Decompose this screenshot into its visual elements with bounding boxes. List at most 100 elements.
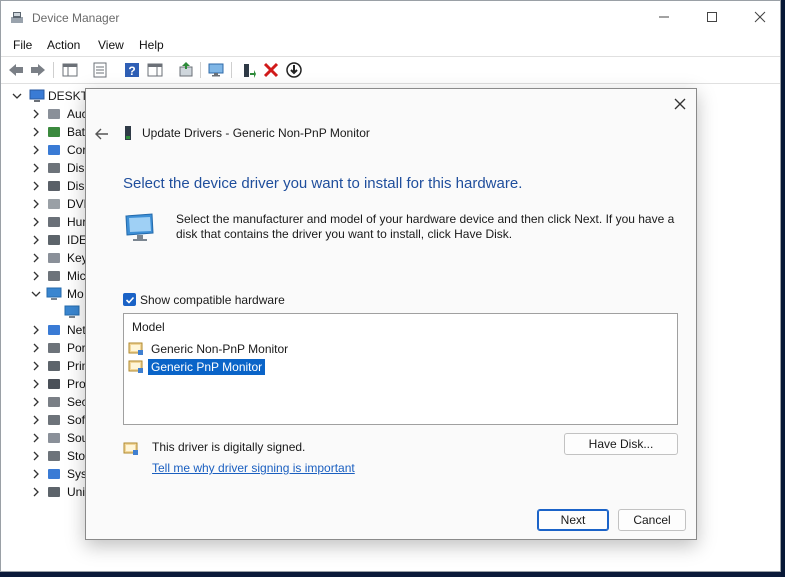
ide-controller-icon [48, 235, 60, 245]
computer-icon [29, 89, 45, 102]
chevron-right-icon[interactable] [31, 109, 41, 119]
title-bar[interactable]: Device Manager [1, 1, 780, 35]
show-compatible-label[interactable]: Show compatible hardware [140, 293, 285, 307]
chevron-right-icon[interactable] [31, 451, 41, 461]
monitor-scan-icon[interactable] [207, 61, 225, 79]
show-compatible-checkbox[interactable] [123, 293, 136, 306]
tree-item[interactable] [1, 303, 91, 321]
tree-item[interactable]: Sou [1, 429, 91, 447]
svg-text:?: ? [128, 64, 135, 78]
chevron-right-icon[interactable] [31, 181, 41, 191]
tree-item[interactable]: Pro [1, 375, 91, 393]
toolbar-separator [53, 62, 54, 78]
chevron-down-icon[interactable] [31, 289, 41, 299]
chevron-right-icon[interactable] [31, 433, 41, 443]
chevron-right-icon[interactable] [31, 145, 41, 155]
back-arrow-icon[interactable] [94, 127, 110, 141]
chevron-right-icon[interactable] [31, 397, 41, 407]
tree-item[interactable]: Mic [1, 267, 91, 285]
tree-root[interactable]: DESKTO [1, 87, 97, 105]
tree-item-label: Pro [67, 377, 86, 391]
tree-item-label: Net [67, 323, 86, 337]
properties-icon[interactable] [91, 61, 109, 79]
chevron-right-icon[interactable] [31, 163, 41, 173]
chevron-right-icon[interactable] [31, 235, 41, 245]
model-column-header: Model [132, 320, 165, 334]
tree-item[interactable]: Soft [1, 411, 91, 429]
tree-item[interactable]: Hur [1, 213, 91, 231]
tree-item[interactable]: Disp [1, 177, 91, 195]
dialog-instruction: Select the device driver you want to ins… [123, 175, 523, 192]
tree-item[interactable]: Mo [1, 285, 91, 303]
storage-controller-icon [48, 451, 60, 461]
help-icon[interactable]: ? [123, 61, 141, 79]
chevron-right-icon[interactable] [31, 487, 41, 497]
driver-signing-link[interactable]: Tell me why driver signing is important [152, 461, 355, 475]
chevron-right-icon[interactable] [31, 325, 41, 335]
minimize-button[interactable] [641, 1, 687, 33]
close-icon[interactable] [671, 95, 689, 113]
forward-arrow-icon[interactable] [29, 61, 47, 79]
speaker-icon [48, 109, 60, 119]
tree-item[interactable]: Key [1, 249, 91, 267]
chevron-down-icon[interactable] [12, 91, 22, 101]
tree-item[interactable]: DVD [1, 195, 92, 213]
monitor-icon [46, 287, 62, 300]
have-disk-button[interactable]: Have Disk... [564, 433, 678, 455]
chevron-right-icon[interactable] [31, 379, 41, 389]
display-adapter-icon [48, 181, 60, 191]
menu-view[interactable]: View [98, 38, 124, 52]
menu-help[interactable]: Help [139, 38, 164, 52]
disable-device-icon[interactable] [285, 61, 303, 79]
menu-file[interactable]: File [13, 38, 32, 52]
tree-item[interactable]: Cor [1, 141, 91, 159]
window-title: Device Manager [32, 11, 120, 25]
dialog-heading: Update Drivers - Generic Non-PnP Monitor [142, 126, 370, 140]
desktop-background [781, 0, 785, 577]
tree-item[interactable]: Auc [1, 105, 91, 123]
close-window-button[interactable] [737, 1, 783, 33]
menu-action[interactable]: Action [47, 38, 80, 52]
model-list[interactable]: Model Generic Non-PnP Monitor Generic Pn… [123, 313, 678, 425]
chevron-right-icon[interactable] [31, 343, 41, 353]
show-hide-console-tree-icon[interactable] [61, 61, 79, 79]
chevron-right-icon[interactable] [31, 361, 41, 371]
chevron-right-icon[interactable] [31, 217, 41, 227]
chevron-right-icon[interactable] [31, 469, 41, 479]
uninstall-device-icon[interactable] [262, 61, 280, 79]
tree-item[interactable]: Por [1, 339, 91, 357]
maximize-button[interactable] [689, 1, 735, 33]
next-button[interactable]: Next [537, 509, 609, 531]
tree-item[interactable]: IDE [1, 231, 91, 249]
cancel-button[interactable]: Cancel [618, 509, 686, 531]
tree-item[interactable]: Prin [1, 357, 91, 375]
tree-item[interactable]: Uni [1, 483, 91, 501]
chevron-right-icon[interactable] [31, 253, 41, 263]
tree-item[interactable]: Net [1, 321, 91, 339]
certified-driver-icon [128, 342, 143, 355]
dialog-description: Select the manufacturer and model of you… [176, 212, 675, 241]
tree-item-label: Cor [67, 143, 87, 157]
chevron-right-icon[interactable] [31, 271, 41, 281]
action-pane-icon[interactable] [146, 61, 164, 79]
tree-item[interactable]: Sec [1, 393, 91, 411]
back-arrow-icon[interactable] [7, 61, 25, 79]
signed-status-text: This driver is digitally signed. [152, 440, 306, 454]
scan-hardware-changes-icon[interactable] [177, 61, 195, 79]
tree-item[interactable]: Disk [1, 159, 91, 177]
tree-item-label: Mo [67, 287, 84, 301]
tree-item[interactable]: Stor [1, 447, 91, 465]
chevron-right-icon[interactable] [31, 127, 41, 137]
tree-item[interactable]: Batt [1, 123, 91, 141]
disk-drive-icon [48, 163, 60, 173]
tree-item[interactable]: Syst [1, 465, 91, 483]
software-device-icon [48, 415, 60, 425]
keyboard-icon [48, 253, 60, 263]
model-item-label: Generic Non-PnP Monitor [151, 342, 289, 356]
tree-item-label: Uni [67, 485, 86, 499]
chevron-right-icon[interactable] [31, 199, 41, 209]
update-driver-icon[interactable] [239, 61, 257, 79]
battery-icon [48, 127, 60, 137]
tree-item-label: Hur [67, 215, 87, 229]
chevron-right-icon[interactable] [31, 415, 41, 425]
